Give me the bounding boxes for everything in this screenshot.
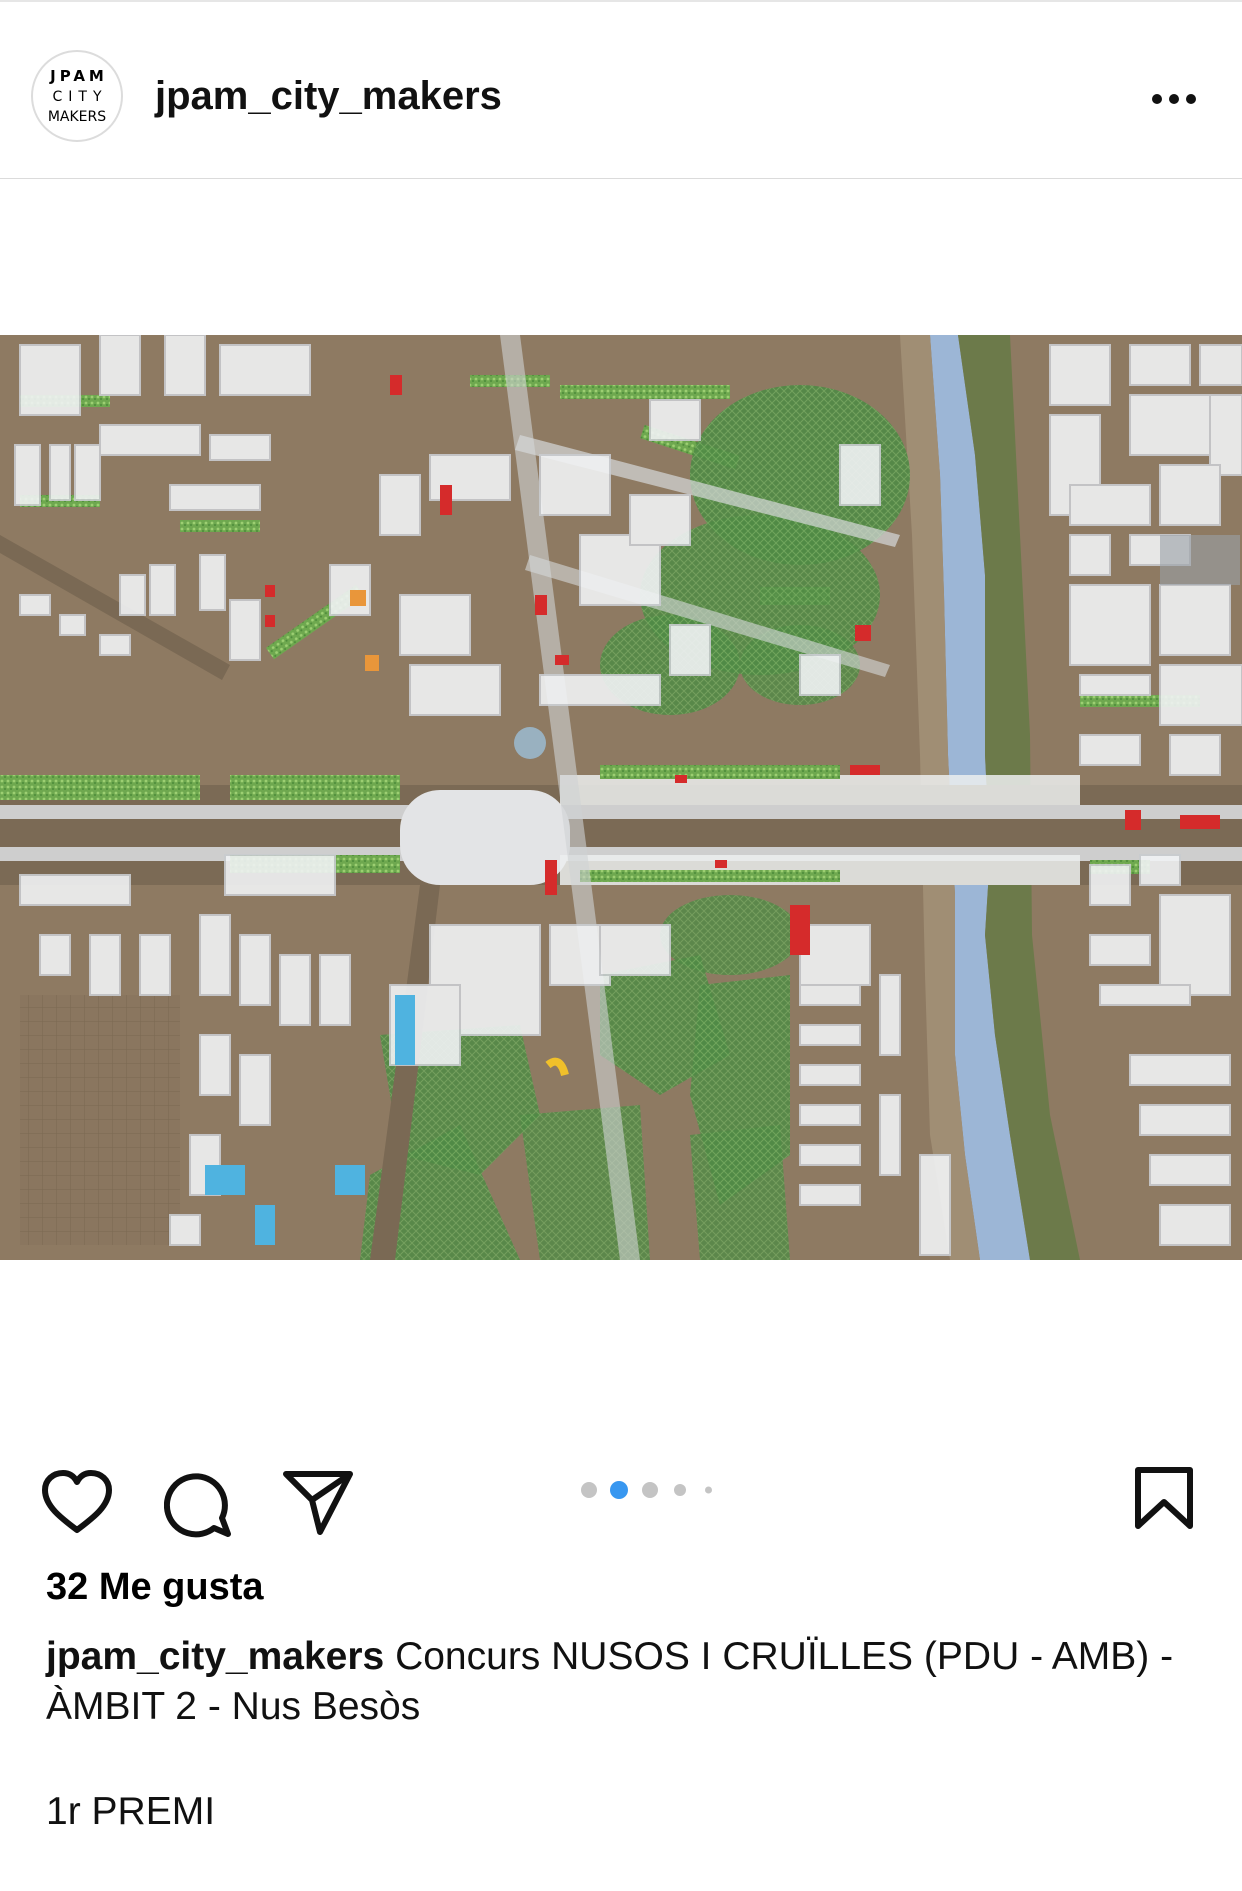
avatar-text-line3: MAKERS [47, 108, 107, 125]
carousel-dot-active [610, 1481, 628, 1499]
bookmark-icon [1135, 1467, 1193, 1529]
avatar-text-line1: JPAM [50, 66, 108, 85]
caption-username[interactable]: jpam_city_makers [46, 1635, 384, 1678]
save-button[interactable] [1134, 1466, 1194, 1532]
carousel-dot [674, 1484, 686, 1496]
post-header: JPAM CITY MAKERS jpam_city_makers [0, 2, 1242, 178]
carousel-dot [642, 1482, 658, 1498]
post-username[interactable]: jpam_city_makers [155, 74, 502, 119]
heart-icon [42, 1470, 112, 1533]
header-divider [0, 178, 1242, 179]
carousel-dot [705, 1486, 712, 1494]
share-button[interactable] [282, 1470, 354, 1536]
carousel-indicator [581, 1480, 721, 1500]
comment-button[interactable] [163, 1470, 232, 1538]
comment-icon [163, 1473, 231, 1538]
avatar[interactable]: JPAM CITY MAKERS [31, 50, 123, 142]
caption-extra: 1r PREMI [46, 1790, 216, 1833]
post-caption: jpam_city_makers Concurs NUSOS I CRUÏLLE… [46, 1632, 1196, 1732]
more-options-button[interactable] [1148, 80, 1200, 120]
urban-model-photo [0, 335, 1242, 1260]
carousel-dot [581, 1482, 597, 1498]
avatar-text-line2: CITY [52, 88, 108, 105]
like-count[interactable]: 32 Me gusta [46, 1566, 264, 1609]
like-button[interactable] [41, 1470, 113, 1536]
share-icon [283, 1471, 353, 1535]
post-image[interactable] [0, 335, 1242, 1260]
